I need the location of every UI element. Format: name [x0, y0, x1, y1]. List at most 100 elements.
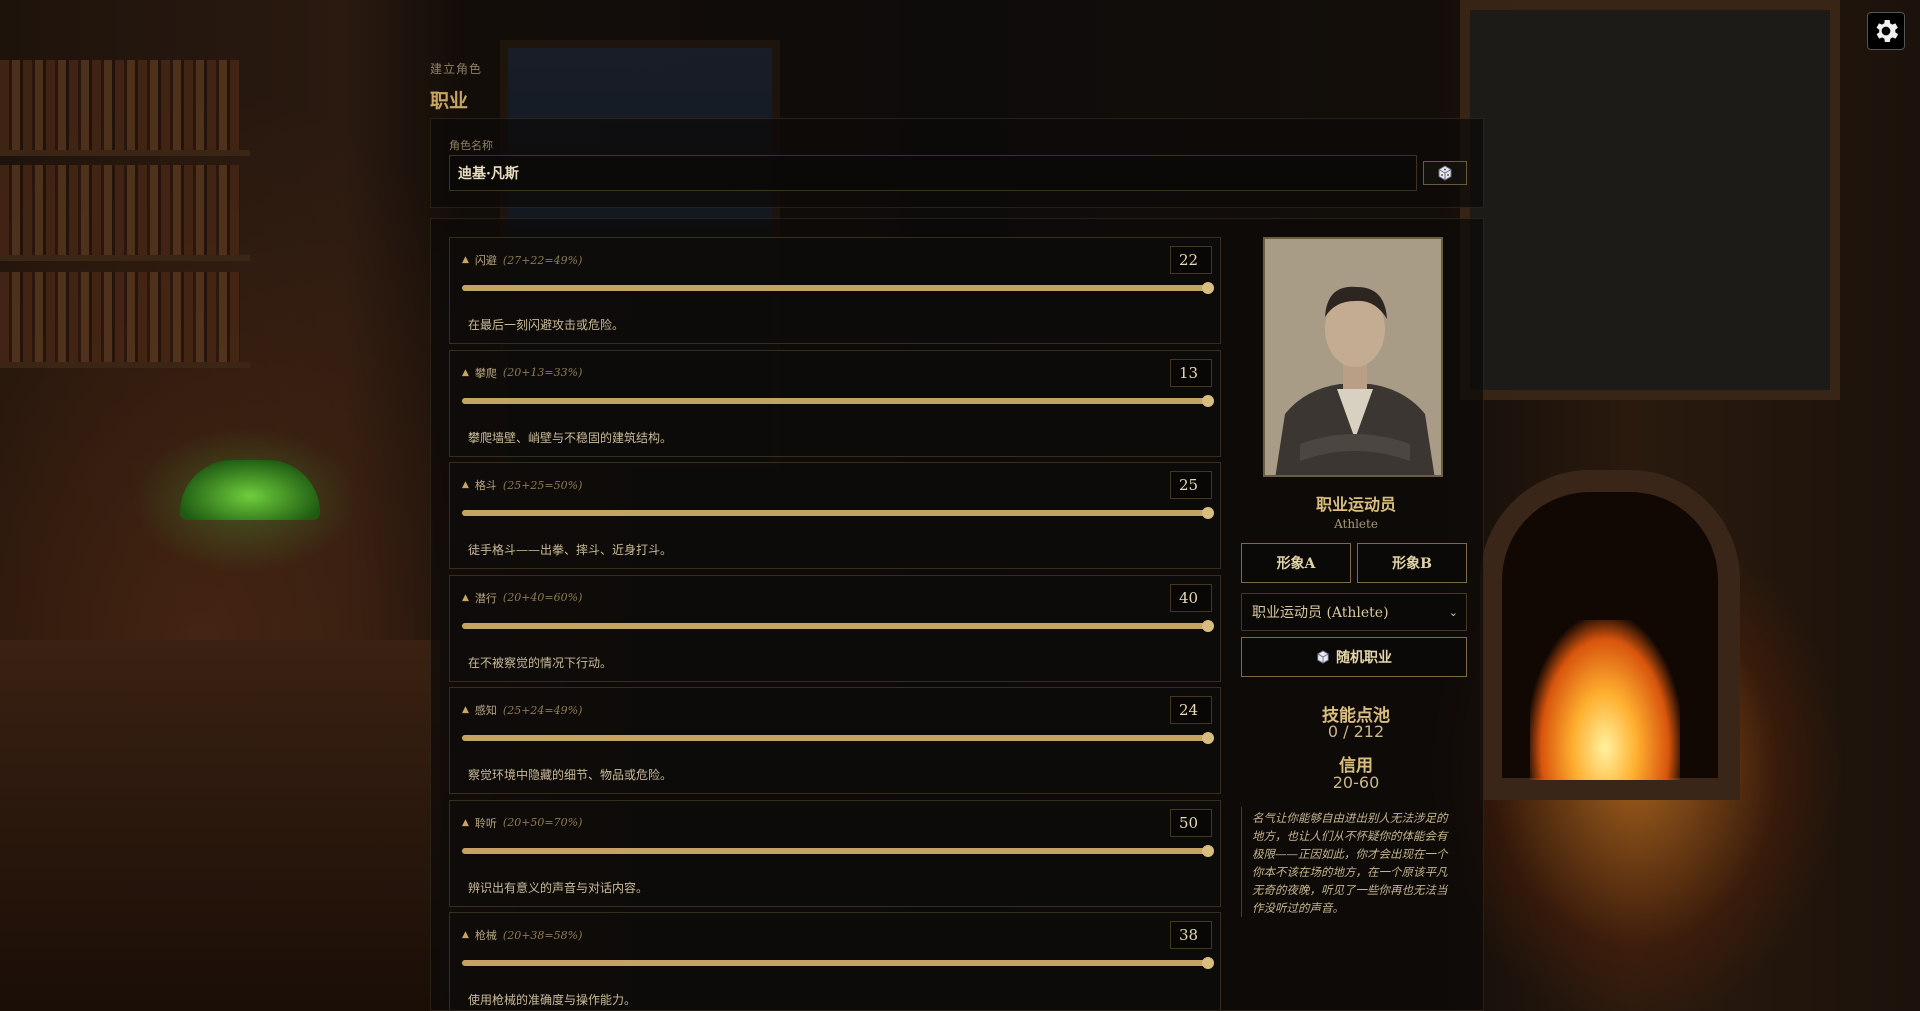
- skill-slider[interactable]: [462, 844, 1214, 857]
- background-shelf: [0, 255, 250, 261]
- skill-value-input[interactable]: 22: [1170, 246, 1212, 274]
- skill-list: ▲ 闪避 (27+22=49%) 22 在最后一刻闪避攻击或危险。 ▲ 攀爬 (…: [449, 237, 1221, 1010]
- skill-value-input[interactable]: 24: [1170, 696, 1212, 724]
- skill-description: 在最后一刻闪避攻击或危险。: [468, 318, 625, 332]
- background-fireplace: [1480, 470, 1740, 800]
- skill-formula: (27+22=49%): [502, 253, 583, 267]
- skill-description: 察觉环境中隐藏的细节、物品或危险。: [468, 768, 673, 782]
- slider-thumb[interactable]: [1202, 957, 1214, 969]
- triangle-up-icon: ▲: [462, 817, 469, 828]
- occupation-panel: 职业运动员 Athlete 形象A 形象B 职业运动员 (Athlete) ⌄ …: [1241, 219, 1471, 1010]
- skill-name: 闪避: [474, 254, 497, 267]
- skill-name: 攀爬: [474, 366, 497, 380]
- skill-card: ▲ 聆听 (20+50=70%) 50 辨识出有意义的声音与对话内容。: [449, 799, 1221, 907]
- triangle-up-icon: ▲: [462, 592, 469, 603]
- skill-card: ▲ 闪避 (27+22=49%) 22 在最后一刻闪避攻击或危险。: [449, 237, 1221, 344]
- slider-fill: [462, 960, 1208, 966]
- slider-fill: [462, 510, 1208, 516]
- skill-header[interactable]: ▲ 格斗 (25+25=50%): [462, 477, 582, 493]
- skill-formula: (20+40=60%): [502, 591, 583, 604]
- slider-thumb[interactable]: [1202, 507, 1214, 519]
- skill-header[interactable]: ▲ 聆听 (20+50=70%): [462, 815, 582, 831]
- gear-icon: [1876, 20, 1899, 42]
- skill-card: ▲ 感知 (25+24=49%) 24 察觉环境中隐藏的细节、物品或危险。: [449, 687, 1221, 794]
- occupation-name-en: Athlete: [1334, 517, 1378, 531]
- slider-fill: [462, 622, 1208, 629]
- occupation-select[interactable]: 职业运动员 (Athlete) ⌄: [1241, 593, 1467, 631]
- background-fire: [1530, 620, 1680, 780]
- background-bookshelf: [0, 60, 240, 150]
- slider-thumb[interactable]: [1202, 282, 1214, 294]
- slider-thumb[interactable]: [1202, 394, 1214, 407]
- occupation-portrait: [1263, 237, 1443, 477]
- skill-header[interactable]: ▲ 潜行 (20+40=60%): [462, 590, 582, 606]
- skill-card: ▲ 潜行 (20+40=60%) 40 在不被察觉的情况下行动。: [449, 574, 1221, 682]
- page-subtitle: 建立角色: [430, 62, 483, 76]
- occupation-description: 名气让你能够自由进出别人无法涉足的地方，也让人们从不怀疑你的体能会有极限——正因…: [1241, 807, 1467, 917]
- skill-name: 聆听: [474, 816, 497, 830]
- skill-description: 徒手格斗——出拳、摔斗、近身打斗。: [468, 543, 673, 557]
- skill-name: 感知: [474, 704, 497, 717]
- skill-pool-value: 0 / 212: [1327, 722, 1385, 741]
- background-shelf: [0, 150, 250, 156]
- background-bookshelf: [0, 272, 240, 362]
- skill-value-input[interactable]: 38: [1170, 921, 1212, 949]
- character-name-input[interactable]: [449, 155, 1417, 191]
- credit-value: 20-60: [1332, 773, 1380, 792]
- skill-description: 攀爬墙壁、峭壁与不稳固的建筑结构。: [468, 430, 673, 445]
- skill-formula: (20+13=33%): [502, 366, 583, 379]
- skill-card: ▲ 攀爬 (20+13=33%) 13 攀爬墙壁、峭壁与不稳固的建筑结构。: [449, 349, 1221, 457]
- portrait-image: [1265, 239, 1441, 475]
- background-shelf: [0, 362, 250, 368]
- skill-formula: (25+24=49%): [502, 703, 583, 717]
- skill-slider[interactable]: [462, 282, 1214, 294]
- slider-thumb[interactable]: [1202, 619, 1214, 632]
- background-bookshelf: [0, 165, 240, 255]
- occupation-name: 职业运动员: [1315, 495, 1396, 514]
- slider-fill: [462, 735, 1208, 741]
- dice-icon: [1438, 165, 1452, 181]
- skill-header[interactable]: ▲ 攀爬 (20+13=33%): [462, 365, 582, 381]
- settings-button[interactable]: [1867, 12, 1905, 50]
- slider-thumb[interactable]: [1202, 732, 1214, 744]
- skill-name: 潜行: [474, 591, 497, 605]
- character-name-label: 角色名称: [449, 139, 493, 152]
- skill-description: 使用枪械的准确度与操作能力。: [468, 993, 637, 1007]
- occupation-select-value: 职业运动员 (Athlete): [1252, 605, 1389, 621]
- background-lamp: [180, 460, 320, 520]
- skill-header[interactable]: ▲ 枪械 (20+38=58%): [462, 927, 582, 943]
- skill-name: 格斗: [474, 479, 497, 492]
- skill-value-input[interactable]: 25: [1170, 471, 1212, 499]
- triangle-up-icon: ▲: [462, 480, 469, 490]
- skill-value-input[interactable]: 50: [1170, 808, 1212, 837]
- skill-header[interactable]: ▲ 闪避 (27+22=49%): [462, 252, 582, 268]
- look-b-button[interactable]: 形象B: [1357, 543, 1467, 583]
- background-desk: [0, 640, 440, 1011]
- skill-formula: (20+38=58%): [502, 928, 583, 942]
- skill-value-input[interactable]: 40: [1170, 583, 1212, 612]
- dice-icon: [1317, 650, 1329, 664]
- slider-fill: [462, 397, 1208, 404]
- skill-slider[interactable]: [462, 394, 1214, 407]
- random-name-button[interactable]: [1423, 161, 1467, 185]
- main-panel: ▲ 闪避 (27+22=49%) 22 在最后一刻闪避攻击或危险。 ▲ 攀爬 (…: [430, 218, 1484, 1011]
- skill-description: 在不被察觉的情况下行动。: [468, 655, 613, 670]
- random-occupation-button[interactable]: 随机职业: [1241, 637, 1467, 677]
- page-title: 职业: [430, 90, 469, 112]
- skill-slider[interactable]: [462, 619, 1214, 632]
- character-name-panel: 角色名称: [430, 118, 1484, 208]
- chevron-down-icon: ⌄: [1448, 605, 1458, 619]
- slider-fill: [462, 847, 1208, 854]
- skill-slider[interactable]: [462, 507, 1214, 519]
- background-chalkboard: [1460, 0, 1840, 400]
- skill-description: 辨识出有意义的声音与对话内容。: [468, 880, 649, 895]
- look-a-button[interactable]: 形象A: [1241, 543, 1351, 583]
- slider-thumb[interactable]: [1202, 844, 1214, 857]
- skill-value-input[interactable]: 13: [1170, 358, 1212, 387]
- random-occupation-label: 随机职业: [1336, 650, 1392, 666]
- triangle-up-icon: ▲: [462, 367, 469, 378]
- skill-slider[interactable]: [462, 957, 1214, 969]
- skill-slider[interactable]: [462, 732, 1214, 744]
- skill-header[interactable]: ▲ 感知 (25+24=49%): [462, 702, 582, 718]
- slider-fill: [462, 285, 1208, 291]
